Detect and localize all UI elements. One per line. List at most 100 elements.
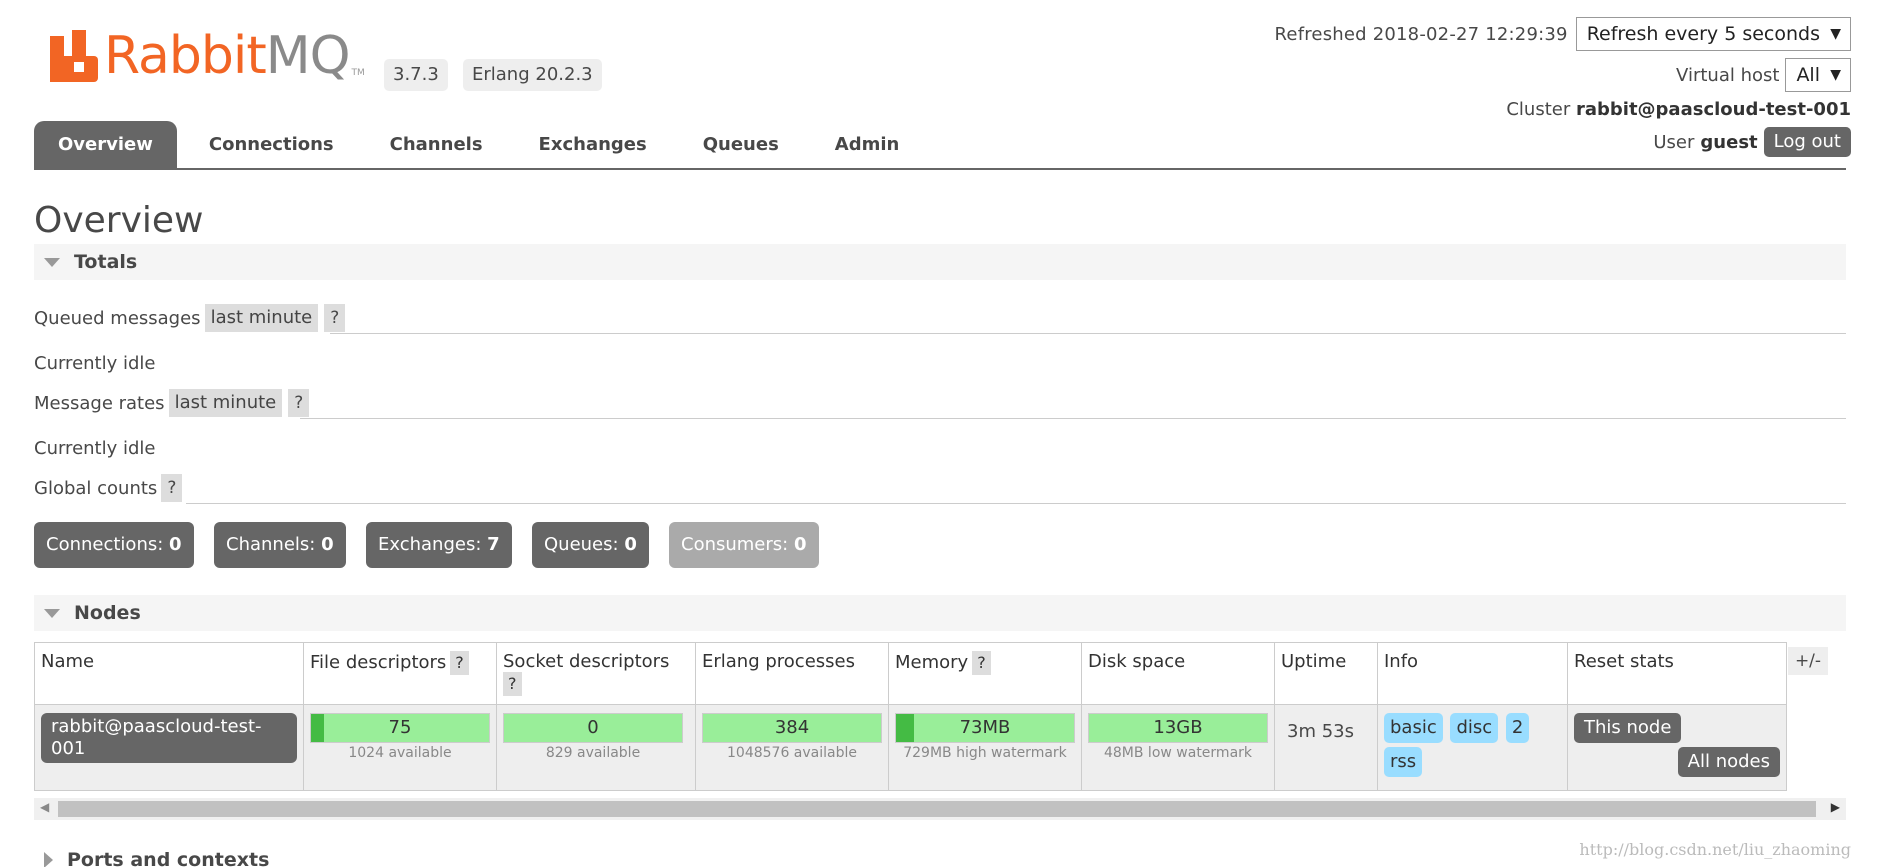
tab-exchanges[interactable]: Exchanges <box>515 121 671 169</box>
queued-help-button[interactable]: ? <box>324 304 346 332</box>
disk-watermark: 48MB low watermark <box>1103 745 1253 761</box>
queued-period-button[interactable]: last minute <box>204 304 319 332</box>
reset-stats-cell: This node All nodes <box>1567 704 1787 791</box>
rabbitmq-logo: RabbitMQ TM <box>50 30 365 82</box>
erlang-processes-cell: 384 1048576 available <box>695 704 889 791</box>
memory-meter: 73MB <box>895 713 1075 743</box>
col-uptime: Uptime <box>1274 642 1378 705</box>
logout-button[interactable]: Log out <box>1763 127 1851 157</box>
col-memory: Memory? <box>888 642 1082 705</box>
ports-title: Ports and contexts <box>67 849 270 867</box>
info-tag-disc: disc <box>1450 713 1499 743</box>
col-disk-space: Disk space <box>1081 642 1275 705</box>
rabbit-logo-icon <box>50 30 100 82</box>
disk-space-meter: 13GB <box>1088 713 1268 743</box>
tab-connections[interactable]: Connections <box>185 121 358 169</box>
totals-section-toggle[interactable]: Totals <box>34 244 1846 280</box>
channels-count-button[interactable]: Channels: 0 <box>214 522 346 568</box>
horizontal-scrollbar[interactable]: ◀ ▶ <box>34 798 1846 820</box>
queues-count-button[interactable]: Queues: 0 <box>532 522 649 568</box>
message-rates-row: Message rates last minute ? <box>34 389 310 417</box>
col-name: Name <box>34 642 304 705</box>
connections-count-button[interactable]: Connections: 0 <box>34 522 194 568</box>
tab-admin[interactable]: Admin <box>811 121 924 169</box>
rates-status: Currently idle <box>34 438 156 459</box>
refreshed-timestamp: Refreshed 2018-02-27 12:29:39 <box>1274 23 1568 45</box>
meter-fill <box>896 714 914 742</box>
tab-channels[interactable]: Channels <box>366 121 507 169</box>
file-descriptors-meter: 75 <box>310 713 490 743</box>
file-descriptors-cell: 75 1024 available <box>303 704 497 791</box>
info-tag-basic: basic <box>1384 713 1443 743</box>
node-name-cell: rabbit@paascloud-test-001 <box>34 704 304 791</box>
rates-period-button[interactable]: last minute <box>168 389 283 417</box>
file-descriptors-available: 1024 available <box>348 745 452 761</box>
meter-fill <box>311 714 324 742</box>
col-info: Info <box>1377 642 1568 705</box>
reset-this-node-button[interactable]: This node <box>1574 713 1682 743</box>
global-counts-label: Global counts <box>34 477 158 499</box>
table-header-row: Name File descriptors? Socket descriptor… <box>34 642 1787 705</box>
cluster-label: Cluster <box>1506 99 1571 120</box>
logo-trademark: TM <box>351 68 365 78</box>
memory-watermark: 729MB high watermark <box>903 745 1067 761</box>
user-label: User <box>1653 131 1695 153</box>
global-counts-help-button[interactable]: ? <box>161 474 183 502</box>
message-rates-label: Message rates <box>34 392 165 414</box>
col-file-descriptors: File descriptors? <box>303 642 497 705</box>
uptime-value: 3m 53s <box>1287 721 1354 742</box>
help-button[interactable]: ? <box>972 651 991 675</box>
scrollbar-thumb[interactable] <box>58 801 1816 817</box>
page-title: Overview <box>34 200 204 241</box>
exchanges-count-button[interactable]: Exchanges: 7 <box>366 522 512 568</box>
column-toggle-button[interactable]: +/- <box>1788 647 1828 675</box>
divider <box>330 333 1846 334</box>
totals-title: Totals <box>74 251 138 273</box>
refresh-area: Refreshed 2018-02-27 12:29:39 Refresh ev… <box>1275 17 1851 51</box>
nodes-title: Nodes <box>74 602 141 624</box>
col-erlang-processes: Erlang processes <box>695 642 889 705</box>
main-tabs: Overview Connections Channels Exchanges … <box>34 121 931 169</box>
info-tag-count: 2 <box>1505 713 1530 743</box>
table-row: rabbit@paascloud-test-001 75 1024 availa… <box>34 704 1787 791</box>
help-button[interactable]: ? <box>503 672 522 696</box>
refresh-interval-select[interactable]: Refresh every 5 seconds ▼ <box>1575 17 1851 51</box>
col-reset-stats: Reset stats <box>1567 642 1787 705</box>
node-name-link[interactable]: rabbit@paascloud-test-001 <box>41 713 297 763</box>
tab-overview[interactable]: Overview <box>34 121 177 169</box>
ports-section-toggle[interactable]: Ports and contexts <box>34 842 1846 867</box>
disk-space-cell: 13GB 48MB low watermark <box>1081 704 1275 791</box>
socket-descriptors-cell: 0 829 available <box>496 704 696 791</box>
collapse-triangle-icon <box>44 257 60 267</box>
expand-triangle-icon <box>44 852 53 867</box>
help-button[interactable]: ? <box>450 651 469 675</box>
reset-all-nodes-button[interactable]: All nodes <box>1677 747 1780 777</box>
user-name: guest <box>1700 131 1758 153</box>
scroll-right-icon[interactable]: ▶ <box>1831 800 1840 814</box>
queued-messages-row: Queued messages last minute ? <box>34 304 346 332</box>
dropdown-arrow-icon: ▼ <box>1830 67 1841 83</box>
virtual-host-area: Virtual host All ▼ <box>1676 58 1851 92</box>
info-cell: basic disc 2 rss <box>1377 704 1568 791</box>
virtual-host-label: Virtual host <box>1676 64 1780 86</box>
tab-queues[interactable]: Queues <box>679 121 803 169</box>
global-counts-row: Global counts ? <box>34 474 183 502</box>
tab-underline <box>34 168 1846 170</box>
rates-help-button[interactable]: ? <box>288 389 310 417</box>
memory-cell: 73MB 729MB high watermark <box>888 704 1082 791</box>
user-info: User guest Log out <box>1653 127 1851 157</box>
divider <box>186 503 1846 504</box>
watermark-text: http://blog.csdn.net/liu_zhaoming <box>1579 840 1851 859</box>
scroll-left-icon[interactable]: ◀ <box>40 800 49 814</box>
queued-status: Currently idle <box>34 353 156 374</box>
dropdown-arrow-icon: ▼ <box>1830 26 1841 42</box>
info-tag-rss: rss <box>1384 747 1423 777</box>
logo-wordmark: RabbitMQ <box>104 26 351 86</box>
consumers-count-button[interactable]: Consumers: 0 <box>669 522 819 568</box>
socket-descriptors-available: 829 available <box>545 745 641 761</box>
cluster-info: Cluster rabbit@paascloud-test-001 <box>1506 99 1851 120</box>
version-badge: 3.7.3 <box>384 59 448 91</box>
nodes-section-toggle[interactable]: Nodes <box>34 595 1846 631</box>
nodes-table: Name File descriptors? Socket descriptor… <box>34 642 1787 791</box>
virtual-host-select[interactable]: All ▼ <box>1785 58 1851 92</box>
